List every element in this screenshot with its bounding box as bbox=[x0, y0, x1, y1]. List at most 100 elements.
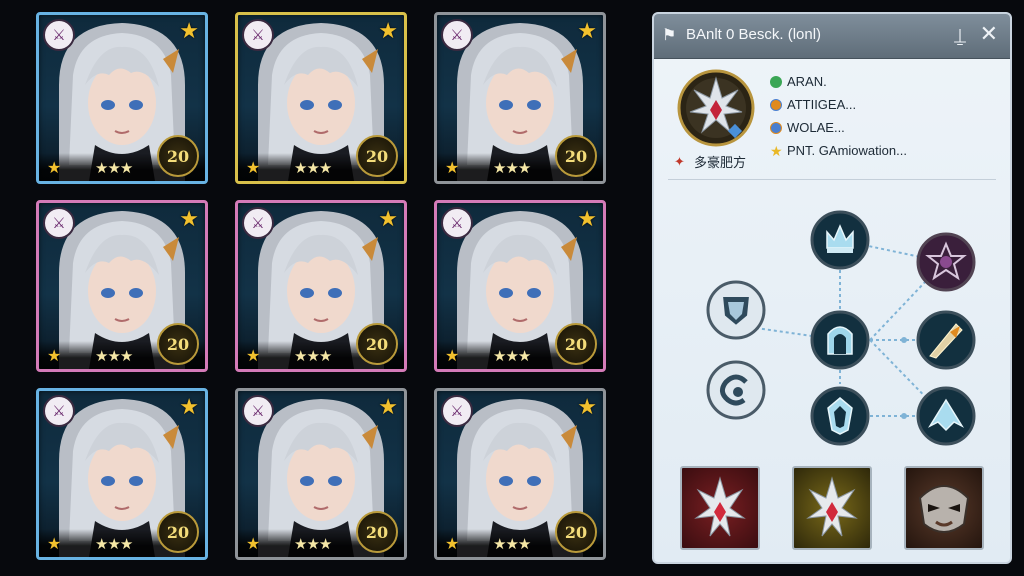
hero-emblem-icon[interactable] bbox=[676, 68, 756, 148]
faction-row: ✦ 多豪肥方 bbox=[674, 152, 746, 171]
grade-star-icon: ★ bbox=[47, 534, 62, 553]
gate-icon bbox=[810, 310, 870, 370]
gold-crest-item[interactable] bbox=[792, 466, 872, 550]
skill-node-crown[interactable] bbox=[810, 210, 870, 270]
favorite-star-icon[interactable]: ★ bbox=[179, 19, 199, 44]
favorite-star-icon[interactable]: ★ bbox=[378, 207, 398, 232]
rank-emblem-icon: ⚔ bbox=[43, 395, 75, 427]
star-icon: ★ bbox=[770, 142, 783, 159]
character-card[interactable]: ⚔ ★ ★ ★★★ 20 bbox=[434, 200, 606, 372]
faction-icon: ✦ bbox=[674, 153, 685, 169]
favorite-star-icon[interactable]: ★ bbox=[577, 19, 597, 44]
rating-stars: ★★★ bbox=[493, 347, 531, 365]
stat-label: ARAN. bbox=[787, 74, 827, 89]
skill-node-gate[interactable] bbox=[810, 310, 870, 370]
grade-star-icon: ★ bbox=[47, 346, 62, 365]
stat-label: WOLAE... bbox=[787, 120, 845, 135]
grade-star-icon: ★ bbox=[445, 158, 460, 177]
character-detail-panel: ⚑ BAnlt 0 Besck. (lonl) ⍊ ✕ ARAN. ATTIIG… bbox=[652, 12, 1012, 564]
green-gem-icon bbox=[770, 75, 782, 88]
level-badge: 20 bbox=[555, 135, 597, 177]
rating-stars: ★★★ bbox=[493, 535, 531, 553]
panel-title: BAnlt 0 Besck. (lonl) bbox=[686, 26, 822, 43]
faction-label: 多豪肥方 bbox=[694, 155, 747, 170]
rating-stars: ★★★ bbox=[493, 159, 531, 177]
stat-row: WOLAE... bbox=[770, 116, 907, 139]
grade-star-icon: ★ bbox=[445, 346, 460, 365]
favorite-star-icon[interactable]: ★ bbox=[378, 19, 398, 44]
panel-header: ⚑ BAnlt 0 Besck. (lonl) ⍊ ✕ bbox=[654, 14, 1010, 59]
mask-item[interactable] bbox=[904, 466, 984, 550]
character-card[interactable]: ⚔ ★ ★ ★★★ 20 bbox=[235, 388, 407, 560]
rank-emblem-icon: ⚔ bbox=[242, 395, 274, 427]
rating-stars: ★★★ bbox=[95, 347, 133, 365]
rating-stars: ★★★ bbox=[294, 347, 332, 365]
skill-node-swirl[interactable] bbox=[706, 360, 766, 420]
favorite-star-icon[interactable]: ★ bbox=[378, 395, 398, 420]
skill-node-crest[interactable] bbox=[810, 386, 870, 446]
stat-label: ATTIIGEA... bbox=[787, 97, 857, 112]
character-card[interactable]: ⚔ ★ ★ ★★★ 20 bbox=[36, 12, 208, 184]
stat-row: ATTIIGEA... bbox=[770, 93, 907, 116]
swirl-icon bbox=[706, 360, 766, 420]
rating-stars: ★★★ bbox=[294, 535, 332, 553]
level-badge: 20 bbox=[356, 135, 398, 177]
favorite-star-icon[interactable]: ★ bbox=[179, 395, 199, 420]
level-badge: 20 bbox=[356, 511, 398, 553]
close-icon[interactable]: ✕ bbox=[980, 22, 998, 48]
character-card[interactable]: ⚔ ★ ★ ★★★ 20 bbox=[434, 12, 606, 184]
gold-crest-icon bbox=[806, 476, 858, 537]
favorite-star-icon[interactable]: ★ bbox=[577, 207, 597, 232]
character-card[interactable]: ⚔ ★ ★ ★★★ 20 bbox=[36, 200, 208, 372]
grade-star-icon: ★ bbox=[47, 158, 62, 177]
skill-node-wing[interactable] bbox=[916, 386, 976, 446]
flag-icon: ⚑ bbox=[662, 25, 677, 44]
level-badge: 20 bbox=[157, 511, 199, 553]
level-badge: 20 bbox=[157, 135, 199, 177]
favorite-star-icon[interactable]: ★ bbox=[577, 395, 597, 420]
rating-stars: ★★★ bbox=[95, 535, 133, 553]
rank-emblem-icon: ⚔ bbox=[441, 207, 473, 239]
divider bbox=[668, 179, 996, 180]
pin-icon[interactable]: ⍊ bbox=[954, 22, 966, 48]
character-card[interactable]: ⚔ ★ ★ ★★★ 20 bbox=[434, 388, 606, 560]
character-card[interactable]: ⚔ ★ ★ ★★★ 20 bbox=[235, 12, 407, 184]
red-crest-item[interactable] bbox=[680, 466, 760, 550]
rank-emblem-icon: ⚔ bbox=[43, 19, 75, 51]
character-card[interactable]: ⚔ ★ ★ ★★★ 20 bbox=[235, 200, 407, 372]
level-badge: 20 bbox=[356, 323, 398, 365]
orange-orb-icon bbox=[770, 98, 782, 111]
stat-row: ARAN. bbox=[770, 70, 907, 93]
level-badge: 20 bbox=[555, 323, 597, 365]
rating-stars: ★★★ bbox=[294, 159, 332, 177]
skill-tree bbox=[654, 184, 1010, 464]
dark-sigil-icon bbox=[916, 232, 976, 292]
crest-icon bbox=[810, 386, 870, 446]
stat-label: PNT. GAmiowation... bbox=[787, 143, 907, 158]
rating-stars: ★★★ bbox=[95, 159, 133, 177]
rank-emblem-icon: ⚔ bbox=[242, 207, 274, 239]
mask-icon bbox=[918, 485, 970, 533]
level-badge: 20 bbox=[157, 323, 199, 365]
grade-star-icon: ★ bbox=[246, 158, 261, 177]
character-card[interactable]: ⚔ ★ ★ ★★★ 20 bbox=[36, 388, 208, 560]
stat-list: ARAN. ATTIIGEA... WOLAE... ★ PNT. GAmiow… bbox=[770, 70, 907, 162]
red-crest-icon bbox=[694, 476, 746, 537]
grade-star-icon: ★ bbox=[445, 534, 460, 553]
shield-icon bbox=[706, 280, 766, 340]
rank-emblem-icon: ⚔ bbox=[441, 395, 473, 427]
level-badge: 20 bbox=[555, 511, 597, 553]
rank-emblem-icon: ⚔ bbox=[441, 19, 473, 51]
blade-icon bbox=[916, 310, 976, 370]
crown-icon bbox=[810, 210, 870, 270]
favorite-star-icon[interactable]: ★ bbox=[179, 207, 199, 232]
skill-node-blade[interactable] bbox=[916, 310, 976, 370]
rank-emblem-icon: ⚔ bbox=[43, 207, 75, 239]
rank-emblem-icon: ⚔ bbox=[242, 19, 274, 51]
skill-node-dark-sigil[interactable] bbox=[916, 232, 976, 292]
wing-icon bbox=[916, 386, 976, 446]
grade-star-icon: ★ bbox=[246, 534, 261, 553]
blue-orb-icon bbox=[770, 121, 782, 134]
skill-node-shield[interactable] bbox=[706, 280, 766, 340]
grade-star-icon: ★ bbox=[246, 346, 261, 365]
